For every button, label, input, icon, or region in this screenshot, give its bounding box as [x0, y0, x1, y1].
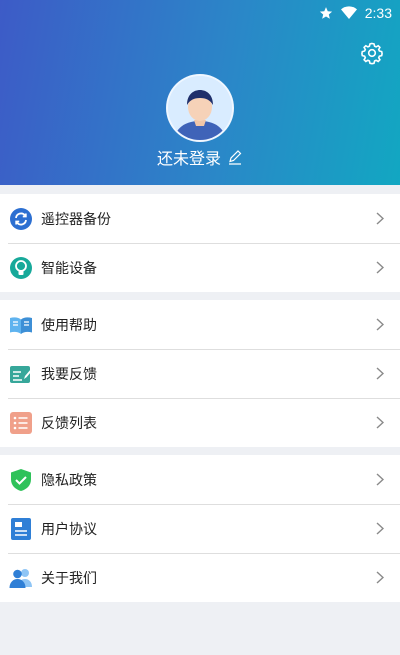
menu-item-about-us[interactable]: 关于我们: [0, 553, 400, 602]
menu-item-privacy-policy[interactable]: 隐私政策: [0, 455, 400, 504]
menu-item-remote-backup[interactable]: 遥控器备份: [0, 194, 400, 243]
menu-item-label: 用户协议: [41, 521, 97, 538]
status-time: 2:33: [364, 5, 392, 21]
menu-item-smart-device[interactable]: 智能设备: [0, 243, 400, 292]
sync-icon: [9, 207, 33, 231]
menu-item-label: 使用帮助: [41, 317, 97, 334]
menu-item-feedback-list[interactable]: 反馈列表: [0, 398, 400, 447]
profile-header: 2:33 还未登录: [0, 0, 400, 185]
menu-group-remote: 遥控器备份 智能设备: [0, 194, 400, 292]
wifi-icon: [340, 6, 357, 19]
shield-check-icon: [9, 468, 33, 492]
chevron-right-icon: [376, 416, 384, 429]
chevron-right-icon: [376, 473, 384, 486]
login-status-text[interactable]: 还未登录: [157, 145, 221, 169]
edit-pencil-icon[interactable]: [227, 149, 243, 165]
chevron-right-icon: [376, 212, 384, 225]
login-row[interactable]: 还未登录: [0, 145, 400, 169]
chevron-right-icon: [376, 571, 384, 584]
menu-item-label: 反馈列表: [41, 415, 97, 432]
people-icon: [9, 566, 33, 590]
user-avatar-icon: [168, 76, 232, 140]
settings-gear-icon[interactable]: [360, 41, 384, 65]
menu-item-label: 智能设备: [41, 260, 97, 277]
feedback-edit-icon: [9, 362, 33, 386]
menu-item-label: 遥控器备份: [41, 211, 111, 228]
menu-group-support: 使用帮助 我要反馈 反馈列表: [0, 300, 400, 447]
chevron-right-icon: [376, 522, 384, 535]
chevron-right-icon: [376, 367, 384, 380]
menu-item-help[interactable]: 使用帮助: [0, 300, 400, 349]
star-icon: [319, 7, 332, 19]
chevron-right-icon: [376, 261, 384, 274]
smart-device-icon: [9, 256, 33, 280]
document-icon: [9, 517, 33, 541]
list-icon: [9, 411, 33, 435]
book-icon: [9, 313, 33, 337]
menu-item-feedback[interactable]: 我要反馈: [0, 349, 400, 398]
status-bar: 2:33: [319, 3, 392, 23]
menu-item-label: 隐私政策: [41, 472, 97, 489]
menu-group-about: 隐私政策 用户协议 关于我们: [0, 455, 400, 602]
avatar[interactable]: [166, 74, 234, 142]
menu-item-label: 我要反馈: [41, 366, 97, 383]
chevron-right-icon: [376, 318, 384, 331]
menu-item-user-agreement[interactable]: 用户协议: [0, 504, 400, 553]
menu-item-label: 关于我们: [41, 570, 97, 587]
